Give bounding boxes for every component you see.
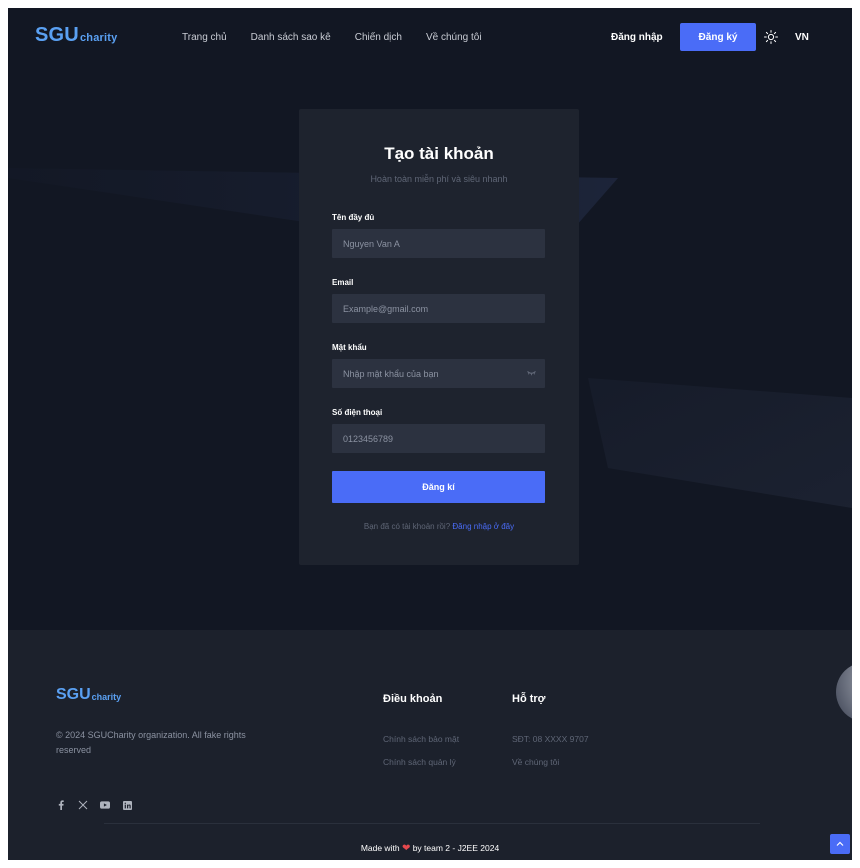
have-account-label: Bạn đã có tài khoản rồi? [363, 522, 451, 531]
logo[interactable]: SGU charity [35, 25, 117, 45]
page: SGU charity Trang chủ Danh sách sao kê C… [8, 8, 852, 860]
footer: SGU charity © 2024 SGUCharity organizati… [8, 630, 852, 860]
fullname-field[interactable] [332, 229, 545, 258]
heart-icon: ❤ [401, 843, 411, 854]
phone-label: Số điện thoại [332, 408, 383, 417]
arrow-up-icon [836, 841, 844, 846]
logo-main: SGU [35, 24, 79, 46]
footer-about-link[interactable]: Về chúng tôi [512, 757, 559, 767]
page-subtitle: Hoàn toàn miễn phí và siêu nhanh [370, 174, 508, 184]
logo-sub: charity [79, 32, 118, 44]
login-link[interactable]: Đăng nhập [611, 32, 663, 43]
footer-logo-main: SGU [56, 686, 91, 703]
header: SGU charity Trang chủ Danh sách sao kê C… [8, 8, 852, 68]
phone-field[interactable] [332, 424, 545, 453]
signup-card: Tạo tài khoản Hoàn toàn miễn phí và siêu… [299, 109, 579, 565]
made-with-suffix: by team 2 - J2EE 2024 [412, 843, 500, 853]
x-icon[interactable] [78, 800, 88, 810]
nav-item-campaigns[interactable]: Chiến dịch [355, 32, 402, 43]
support-phone: SĐT: 08 XXXX 9707 [512, 734, 589, 744]
scroll-top-button[interactable] [830, 834, 850, 854]
eye-icon[interactable] [527, 370, 536, 376]
footer-divider [104, 823, 760, 824]
have-account-text: Bạn đã có tài khoản rồi? Đăng nhập ở đây [299, 522, 579, 531]
email-input[interactable] [343, 303, 523, 314]
social-links [56, 800, 132, 810]
password-label: Mật khẩu [332, 343, 367, 352]
nav-item-home[interactable]: Trang chủ [182, 32, 227, 43]
youtube-icon[interactable] [100, 800, 110, 810]
nav: Trang chủ Danh sách sao kê Chiến dịch Về… [182, 32, 506, 43]
register-button[interactable]: Đăng ký [680, 23, 756, 51]
made-with-text: Made with ❤ by team 2 - J2EE 2024 [8, 843, 852, 854]
sun-icon[interactable] [764, 30, 778, 44]
footer-logo[interactable]: SGU charity [56, 687, 121, 703]
facebook-icon[interactable] [56, 800, 66, 810]
nav-item-about[interactable]: Về chúng tôi [426, 32, 482, 43]
phone-input[interactable] [343, 433, 523, 444]
password-input[interactable] [343, 368, 523, 379]
footer-logo-sub: charity [91, 692, 122, 702]
terms-title: Điều khoản [383, 693, 443, 705]
fullname-input[interactable] [343, 238, 523, 249]
linkedin-icon[interactable] [122, 800, 132, 810]
email-field[interactable] [332, 294, 545, 323]
login-here-link[interactable]: Đăng nhập ở đây [452, 522, 514, 531]
support-title: Hỗ trợ [512, 693, 546, 705]
management-policy-link[interactable]: Chính sách quản lý [383, 757, 456, 767]
privacy-policy-link[interactable]: Chính sách bảo mật [383, 734, 459, 744]
fullname-label: Tên đầy đủ [332, 213, 375, 222]
page-title: Tạo tài khoản [384, 144, 494, 163]
nav-item-statements[interactable]: Danh sách sao kê [251, 32, 331, 43]
email-label: Email [332, 278, 354, 287]
language-switch[interactable]: VN [795, 32, 809, 43]
decorative-sphere [836, 665, 852, 719]
copyright: © 2024 SGUCharity organization. All fake… [56, 730, 246, 755]
made-with-prefix: Made with [360, 843, 400, 853]
password-field[interactable] [332, 359, 545, 388]
signup-submit-button[interactable]: Đăng kí [332, 471, 545, 503]
